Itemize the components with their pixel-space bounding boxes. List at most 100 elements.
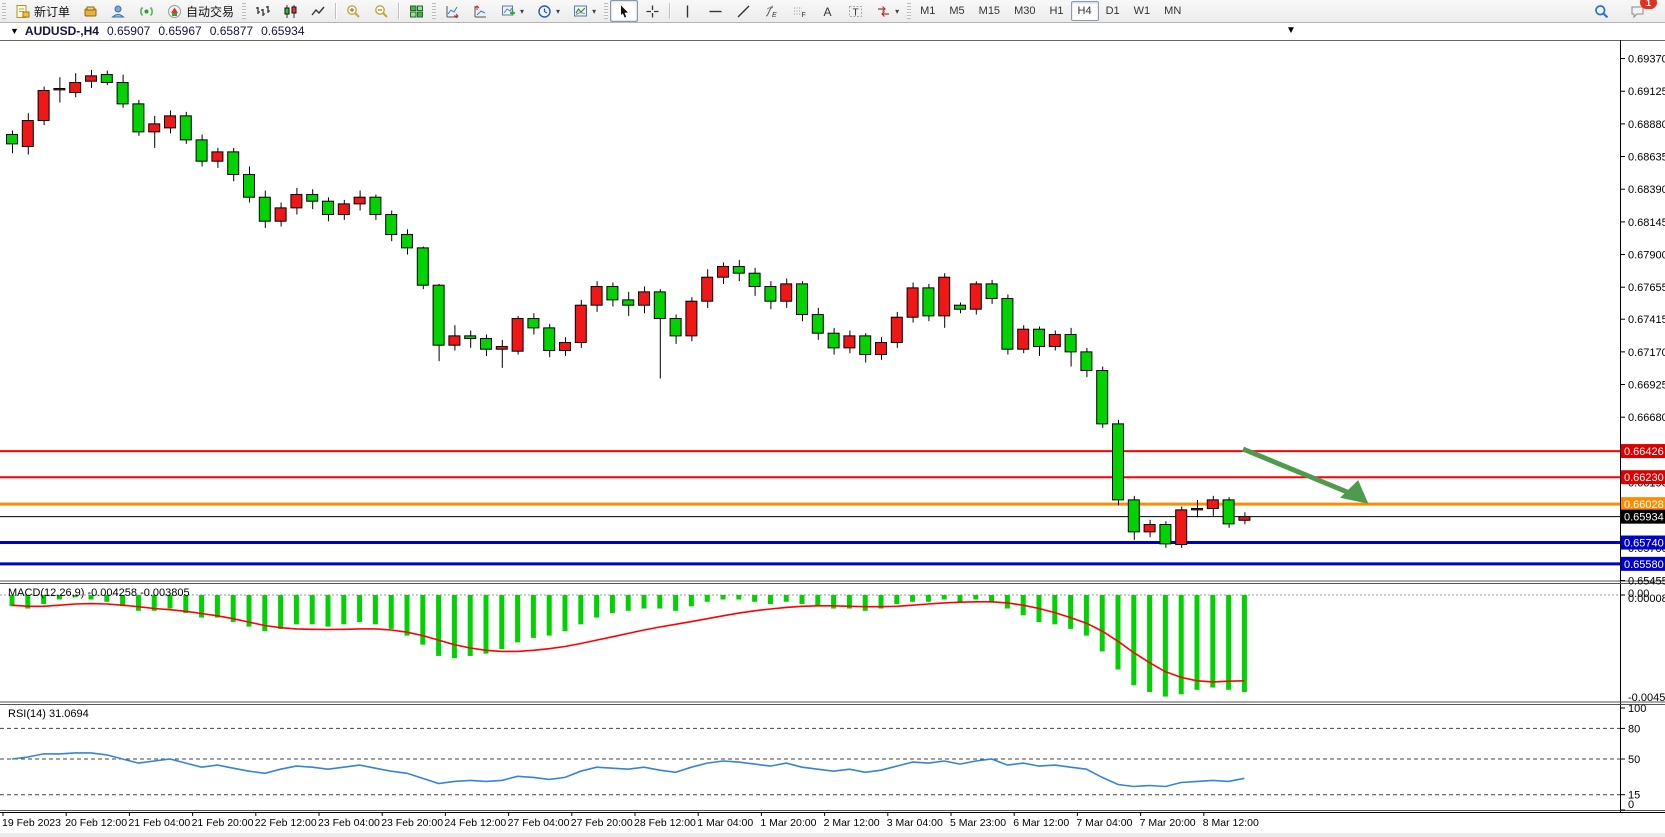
candle xyxy=(939,277,950,316)
text-button[interactable]: A xyxy=(813,0,841,22)
fibonacci-button[interactable]: E xyxy=(757,0,785,22)
funds-button[interactable] xyxy=(76,0,104,22)
candle xyxy=(70,83,81,93)
timeframe-button-h1[interactable]: H1 xyxy=(1042,1,1070,21)
horizontal-line-icon xyxy=(707,3,723,19)
macd-histogram-bar xyxy=(689,595,694,606)
candle xyxy=(7,135,18,144)
candle xyxy=(955,305,966,309)
chart-caption: ▼ AUDUSD-,H4 0.65907 0.65967 0.65877 0.6… xyxy=(0,22,1665,40)
templates-dropdown[interactable]: ▾ xyxy=(566,0,602,22)
horizontal-line-button[interactable] xyxy=(701,0,729,22)
line-chart-button[interactable] xyxy=(304,0,332,22)
vertical-line-button[interactable] xyxy=(673,0,701,22)
arrow-objects-dropdown[interactable]: ▾ xyxy=(869,0,905,22)
toolbar-grip[interactable] xyxy=(242,3,246,19)
macd-histogram-bar xyxy=(420,595,425,645)
macd-histogram-bar xyxy=(294,595,299,624)
candle-chart-button[interactable] xyxy=(276,0,304,22)
macd-histogram-bar xyxy=(1116,595,1121,669)
price-line-label: 0.65934 xyxy=(1624,512,1664,524)
symbol-dropdown-caret[interactable]: ▼ xyxy=(10,26,19,36)
zoom-in-button[interactable] xyxy=(339,0,367,22)
add-chart-dropdown[interactable]: ▾ xyxy=(494,0,530,22)
signals-icon xyxy=(138,3,154,19)
notification-badge: 1 xyxy=(1640,0,1657,9)
macd-histogram-bar xyxy=(768,595,773,604)
timeframe-button-w1[interactable]: W1 xyxy=(1127,1,1158,21)
bar-chart-icon xyxy=(254,3,270,19)
macd-histogram-bar xyxy=(800,595,805,604)
macd-histogram-bar xyxy=(563,595,568,631)
timeframe-button-m1[interactable]: M1 xyxy=(913,1,942,21)
time-axis-label: 8 Mar 12:00 xyxy=(1203,817,1259,829)
candle xyxy=(402,235,413,248)
macd-histogram-bar xyxy=(310,595,315,624)
new-order-button[interactable]: 新订单 xyxy=(8,0,76,22)
macd-histogram-bar xyxy=(942,595,947,600)
search-button[interactable] xyxy=(1587,0,1615,22)
auto-trading-label: 自动交易 xyxy=(186,3,234,20)
signals-button[interactable] xyxy=(132,0,160,22)
candle xyxy=(639,292,650,305)
macd-histogram-bar xyxy=(926,595,931,602)
macd-histogram-bar xyxy=(1179,595,1184,694)
tile-windows-icon xyxy=(408,3,424,19)
time-axis-label: 6 Mar 12:00 xyxy=(1013,817,1069,829)
candle xyxy=(797,284,808,315)
candle xyxy=(876,343,887,355)
time-axis-label: 21 Feb 04:00 xyxy=(128,817,190,829)
crosshair-button[interactable] xyxy=(638,0,666,22)
candle xyxy=(544,328,555,351)
timeframe-button-d1[interactable]: D1 xyxy=(1099,1,1127,21)
toolbar-grip[interactable] xyxy=(604,3,608,19)
community-button[interactable] xyxy=(104,0,132,22)
candle xyxy=(1002,299,1013,350)
price-line-label: 0.66426 xyxy=(1624,446,1664,458)
toolbar-grip[interactable] xyxy=(907,3,911,19)
price-tick-label: 0.68145 xyxy=(1628,217,1665,229)
candle xyxy=(607,287,618,300)
timeframe-button-h4[interactable]: H4 xyxy=(1071,1,1099,21)
timeframe-button-m5[interactable]: M5 xyxy=(942,1,971,21)
chart-surface[interactable]: 0.693700.691250.688800.686350.683900.681… xyxy=(0,0,1665,837)
toolbar-grip[interactable] xyxy=(2,3,6,19)
chart-shift-marker[interactable]: ▼ xyxy=(1286,25,1296,36)
macd-histogram-bar xyxy=(594,595,599,618)
zoom-in-icon xyxy=(345,3,361,19)
candle xyxy=(702,277,713,301)
macd-label: MACD(12,26,9) -0.004258 -0.003805 xyxy=(8,587,190,599)
candle xyxy=(749,273,760,286)
chart-title: AUDUSD-,H4 xyxy=(25,24,99,38)
timeframe-button-m30[interactable]: M30 xyxy=(1007,1,1042,21)
tile-windows-button[interactable] xyxy=(402,0,430,22)
arrange-charts-button[interactable] xyxy=(438,0,466,22)
candle xyxy=(101,75,112,83)
channels-button[interactable]: F xyxy=(785,0,813,22)
cursor-button[interactable] xyxy=(610,0,638,22)
candle xyxy=(891,317,902,342)
zoom-out-button[interactable] xyxy=(367,0,395,22)
bar-chart-button[interactable] xyxy=(248,0,276,22)
rsi-axis-label: 0 xyxy=(1628,799,1634,811)
candle xyxy=(149,124,160,132)
trend-line-button[interactable] xyxy=(729,0,757,22)
svg-text:E: E xyxy=(772,12,777,19)
channels-icon: F xyxy=(791,3,807,19)
timeframe-button-mn[interactable]: MN xyxy=(1157,1,1188,21)
crosshair-icon xyxy=(644,3,660,19)
text-label-button[interactable]: T xyxy=(841,0,869,22)
toolbar-grip[interactable] xyxy=(432,3,436,19)
macd-histogram-bar xyxy=(1147,595,1152,692)
auto-trading-button[interactable]: 自动交易 xyxy=(160,0,240,22)
candle xyxy=(528,319,539,328)
price-tick-label: 0.69370 xyxy=(1628,54,1665,66)
track-charts-button[interactable] xyxy=(466,0,494,22)
price-tick-label: 0.67415 xyxy=(1628,314,1665,326)
timeframe-button-m15[interactable]: M15 xyxy=(972,1,1007,21)
candle xyxy=(38,91,49,121)
periods-dropdown[interactable]: ▾ xyxy=(530,0,566,22)
notifications-button[interactable]: 1 xyxy=(1623,0,1651,22)
candle xyxy=(496,347,507,350)
ohlc-low: 0.65877 xyxy=(210,24,253,38)
